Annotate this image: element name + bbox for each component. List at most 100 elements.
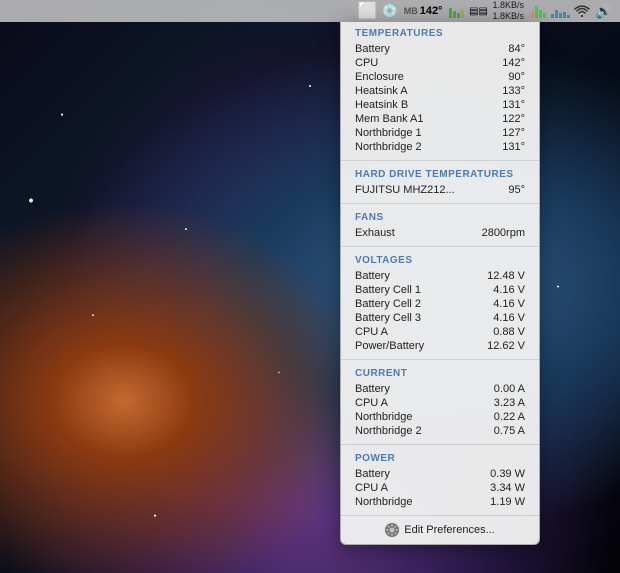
temp-heatsinkb-label: Heatsink B bbox=[355, 99, 408, 111]
current-section: CURRENT Battery 0.00 A CPU A 3.23 A Nort… bbox=[341, 362, 539, 442]
table-row: FUJITSU MHZ212... 95° bbox=[355, 183, 525, 197]
volt-batterycell3-value: 4.16 V bbox=[493, 312, 525, 324]
divider-4 bbox=[341, 359, 539, 360]
divider-2 bbox=[341, 203, 539, 204]
table-row: Battery Cell 1 4.16 V bbox=[355, 283, 525, 297]
curr-northbridge2-label: Northbridge 2 bbox=[355, 425, 422, 437]
table-row: Heatsink A 133° bbox=[355, 84, 525, 98]
cpu-graph-icon: ▤▤ bbox=[470, 3, 486, 19]
power-section: POWER Battery 0.39 W CPU A 3.34 W Northb… bbox=[341, 447, 539, 513]
table-row: Northbridge 2 131° bbox=[355, 140, 525, 154]
memory-bars-icon bbox=[448, 3, 464, 19]
curr-northbridge-label: Northbridge bbox=[355, 411, 412, 423]
curr-battery-label: Battery bbox=[355, 383, 390, 395]
temp-heatsinka-label: Heatsink A bbox=[355, 85, 408, 97]
curr-northbridge2-value: 0.75 A bbox=[494, 425, 525, 437]
volt-powerbattery-label: Power/Battery bbox=[355, 340, 424, 352]
temp-enclosure-label: Enclosure bbox=[355, 71, 404, 83]
table-row: Enclosure 90° bbox=[355, 70, 525, 84]
volt-battery-value: 12.48 V bbox=[487, 270, 525, 282]
table-row: Northbridge 0.22 A bbox=[355, 410, 525, 424]
divider-5 bbox=[341, 444, 539, 445]
temp-prefix: MB bbox=[404, 6, 418, 16]
table-row: Exhaust 2800rpm bbox=[355, 226, 525, 240]
pwr-battery-label: Battery bbox=[355, 468, 390, 480]
table-row: Battery Cell 3 4.16 V bbox=[355, 311, 525, 325]
table-row: CPU 142° bbox=[355, 56, 525, 70]
network-usage-bars bbox=[552, 3, 568, 19]
temp-cpu-label: CPU bbox=[355, 57, 378, 69]
temp-northbridge2-label: Northbridge 2 bbox=[355, 141, 422, 153]
table-row: Battery 84° bbox=[355, 42, 525, 56]
temperatures-section: TEMPERATURES Battery 84° CPU 142° Enclos… bbox=[341, 22, 539, 158]
volt-batterycell1-label: Battery Cell 1 bbox=[355, 284, 421, 296]
network-down-value: 1.8KB/s bbox=[492, 11, 524, 22]
voltages-title: VOLTAGES bbox=[355, 255, 525, 266]
temp-value: 142° bbox=[420, 5, 443, 17]
table-row: Heatsink B 131° bbox=[355, 98, 525, 112]
table-row: Battery 0.00 A bbox=[355, 382, 525, 396]
curr-northbridge-value: 0.22 A bbox=[494, 411, 525, 423]
temp-northbridge2-value: 131° bbox=[502, 141, 525, 153]
temp-battery-label: Battery bbox=[355, 43, 390, 55]
divider-6 bbox=[341, 515, 539, 516]
edit-preferences-button[interactable]: Edit Preferences... bbox=[341, 518, 539, 540]
table-row: Northbridge 1.19 W bbox=[355, 495, 525, 509]
volt-batterycell2-label: Battery Cell 2 bbox=[355, 298, 421, 310]
table-row: CPU A 3.23 A bbox=[355, 396, 525, 410]
temp-northbridge1-value: 127° bbox=[502, 127, 525, 139]
temp-northbridge1-label: Northbridge 1 bbox=[355, 127, 422, 139]
stats-dropdown-panel: TEMPERATURES Battery 84° CPU 142° Enclos… bbox=[340, 22, 540, 545]
volt-batterycell1-value: 4.16 V bbox=[493, 284, 525, 296]
temp-membanka1-label: Mem Bank A1 bbox=[355, 113, 423, 125]
network-up-value: 1.8KB/s bbox=[492, 0, 524, 11]
pwr-northbridge-value: 1.19 W bbox=[490, 496, 525, 508]
wifi-icon[interactable] bbox=[574, 3, 590, 19]
divider-1 bbox=[341, 160, 539, 161]
temp-heatsinkb-value: 131° bbox=[502, 99, 525, 111]
preferences-gear-icon bbox=[385, 523, 399, 537]
temp-display[interactable]: MB 142° bbox=[404, 5, 443, 17]
table-row: CPU A 3.34 W bbox=[355, 481, 525, 495]
volt-powerbattery-value: 12.62 V bbox=[487, 340, 525, 352]
disk-icon: 💿 bbox=[382, 3, 398, 19]
table-row: Northbridge 1 127° bbox=[355, 126, 525, 140]
pwr-northbridge-label: Northbridge bbox=[355, 496, 412, 508]
table-row: Mem Bank A1 122° bbox=[355, 112, 525, 126]
edit-preferences-label: Edit Preferences... bbox=[404, 524, 495, 536]
temp-heatsinka-value: 133° bbox=[502, 85, 525, 97]
voltages-section: VOLTAGES Battery 12.48 V Battery Cell 1 … bbox=[341, 249, 539, 357]
fan-exhaust-label: Exhaust bbox=[355, 227, 395, 239]
menubar: ⬜ 💿 MB 142° ▤▤ 1.8KB/s 1.8KB/s bbox=[0, 0, 620, 22]
volt-batterycell2-value: 4.16 V bbox=[493, 298, 525, 310]
power-title: POWER bbox=[355, 453, 525, 464]
curr-cpua-value: 3.23 A bbox=[494, 397, 525, 409]
fans-section: FANS Exhaust 2800rpm bbox=[341, 206, 539, 244]
curr-battery-value: 0.00 A bbox=[494, 383, 525, 395]
table-row: Northbridge 2 0.75 A bbox=[355, 424, 525, 438]
volume-icon[interactable]: 🔊 bbox=[596, 3, 612, 19]
temp-cpu-value: 142° bbox=[502, 57, 525, 69]
window-icon: ⬜ bbox=[360, 3, 376, 19]
divider-3 bbox=[341, 246, 539, 247]
volt-batterycell3-label: Battery Cell 3 bbox=[355, 312, 421, 324]
current-title: CURRENT bbox=[355, 368, 525, 379]
hard-drive-temps-section: HARD DRIVE TEMPERATURES FUJITSU MHZ212..… bbox=[341, 163, 539, 201]
temp-membanka1-value: 122° bbox=[502, 113, 525, 125]
table-row: CPU A 0.88 V bbox=[355, 325, 525, 339]
table-row: Battery Cell 2 4.16 V bbox=[355, 297, 525, 311]
volt-cpua-value: 0.88 V bbox=[493, 326, 525, 338]
volt-cpua-label: CPU A bbox=[355, 326, 388, 338]
table-row: Battery 12.48 V bbox=[355, 269, 525, 283]
hard-drive-temps-title: HARD DRIVE TEMPERATURES bbox=[355, 169, 525, 180]
curr-cpua-label: CPU A bbox=[355, 397, 388, 409]
temp-battery-value: 84° bbox=[508, 43, 525, 55]
pwr-cpua-value: 3.34 W bbox=[490, 482, 525, 494]
pwr-cpua-label: CPU A bbox=[355, 482, 388, 494]
temperatures-title: TEMPERATURES bbox=[355, 28, 525, 39]
table-row: Battery 0.39 W bbox=[355, 467, 525, 481]
network-speeds: 1.8KB/s 1.8KB/s bbox=[492, 0, 524, 22]
fan-exhaust-value: 2800rpm bbox=[482, 227, 525, 239]
temp-enclosure-value: 90° bbox=[508, 71, 525, 83]
hd-fujitsu-label: FUJITSU MHZ212... bbox=[355, 184, 455, 196]
